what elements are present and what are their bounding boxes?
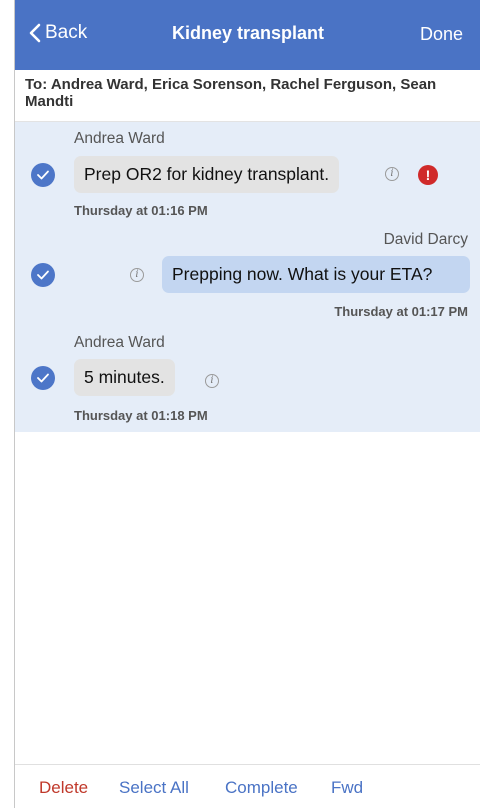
complete-button[interactable]: Complete <box>225 778 298 798</box>
info-icon[interactable]: i <box>385 167 399 181</box>
message-bubble[interactable]: 5 minutes. <box>74 359 175 396</box>
message-sender: Andrea Ward <box>74 334 165 351</box>
select-all-button[interactable]: Select All <box>119 778 189 798</box>
navigation-bar: Back Kidney transplant Done <box>15 0 480 70</box>
delete-button[interactable]: Delete <box>39 778 88 798</box>
message-sender: Andrea Ward <box>74 130 165 147</box>
checkmark-icon <box>37 270 49 280</box>
message-thread: Andrea Ward Prep OR2 for kidney transpla… <box>15 122 480 432</box>
checkmark-icon <box>37 170 49 180</box>
message-checkbox[interactable] <box>31 366 55 390</box>
message-timestamp: Thursday at 01:18 PM <box>74 408 208 423</box>
checkmark-icon <box>37 373 49 383</box>
info-icon[interactable]: i <box>205 374 219 388</box>
message-sender: David Darcy <box>383 231 468 248</box>
message-timestamp: Thursday at 01:17 PM <box>334 304 468 319</box>
action-toolbar: Delete Select All Complete Fwd <box>15 764 480 808</box>
message-bubble[interactable]: Prep OR2 for kidney transplant. <box>74 156 340 193</box>
page-title: Kidney transplant <box>171 23 325 43</box>
message-screen: Back Kidney transplant Done To: Andrea W… <box>14 0 480 808</box>
forward-button[interactable]: Fwd <box>331 778 363 798</box>
info-icon[interactable]: i <box>130 268 144 282</box>
message-timestamp: Thursday at 01:16 PM <box>74 203 208 218</box>
done-button[interactable]: Done <box>420 24 463 45</box>
recipients-line: To: Andrea Ward, Erica Sorenson, Rachel … <box>15 70 480 122</box>
exclamation-alert-icon[interactable]: ! <box>418 165 438 185</box>
message-checkbox[interactable] <box>31 263 55 287</box>
message-bubble[interactable]: Prepping now. What is your ETA? <box>162 256 470 293</box>
message-checkbox[interactable] <box>31 163 55 187</box>
